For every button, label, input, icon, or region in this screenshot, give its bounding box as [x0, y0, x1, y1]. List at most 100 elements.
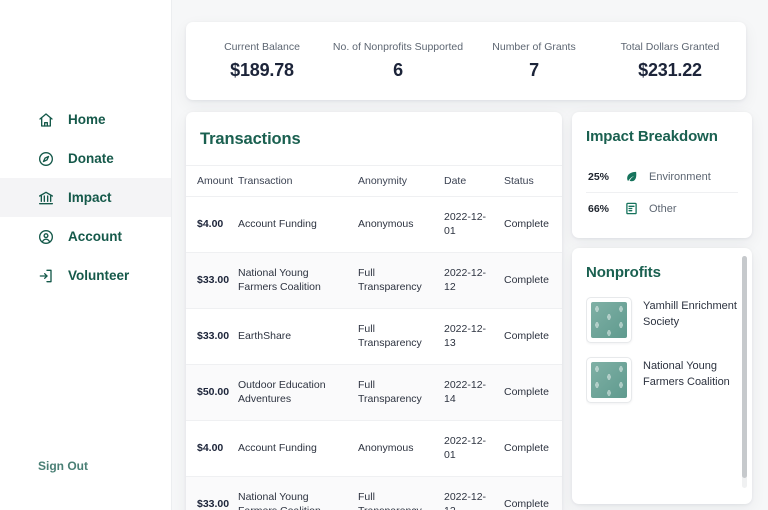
stat-number-of-grants: Number of Grants 7 [466, 41, 602, 81]
sidebar-item-volunteer[interactable]: Volunteer [0, 256, 171, 295]
leaf-pattern-image [591, 362, 627, 398]
transactions-table: Amount Transaction Anonymity Date Status… [186, 165, 562, 510]
sidebar-item-home[interactable]: Home [0, 100, 171, 139]
impact-row-other[interactable]: 66% Other [586, 192, 738, 224]
cell-anonymity: Anonymous [354, 196, 440, 253]
login-arrow-icon [38, 268, 54, 284]
nonprofits-title: Nonprofits [586, 264, 661, 281]
column-header-status[interactable]: Status [500, 165, 562, 197]
cell-date: 2022-12-13 [440, 307, 500, 365]
cell-transaction: National Young Farmers Coalition [234, 475, 354, 510]
nonprofits-scrollbar[interactable] [742, 256, 747, 488]
scrollbar-thumb[interactable] [742, 256, 747, 478]
sidebar-item-donate[interactable]: Donate [0, 139, 171, 178]
cell-date: 2022-12-01 [440, 196, 500, 253]
brand-logo[interactable] [44, 6, 106, 32]
table-row[interactable]: $33.00 EarthShare Full Transparency 2022-12… [186, 307, 562, 365]
sidebar-item-account[interactable]: Account [0, 217, 171, 256]
cell-date: 2022-12-14 [440, 363, 500, 421]
sidebar-item-label: Home [68, 112, 106, 127]
table-row[interactable]: $4.00 Account Funding Anonymous 2022-12-01 C… [186, 419, 562, 477]
nonprofits-list: Yamhill Enrichment Society National Young… [586, 297, 738, 417]
stat-label: No. of Nonprofits Supported [332, 41, 464, 53]
table-row[interactable]: $4.00 Account Funding Anonymous 2022-12-01 C… [186, 196, 562, 253]
column-header-date[interactable]: Date [440, 165, 500, 197]
column-header-transaction[interactable]: Transaction [234, 165, 354, 197]
stat-current-balance: Current Balance $189.78 [194, 41, 330, 81]
left-column: Transactions Amount Transaction Anonymit… [186, 112, 562, 510]
nonprofit-name: National Young Farmers Coalition [643, 360, 730, 388]
cell-status: Complete [500, 251, 562, 309]
leaf-icon [625, 170, 638, 183]
cell-transaction: National Young Farmers Coalition [234, 251, 354, 309]
impact-percent: 25% [588, 170, 610, 183]
impact-row-environment[interactable]: 25% Environment [586, 161, 738, 192]
sidebar-item-label: Donate [68, 151, 114, 166]
cell-amount: $33.00 [186, 307, 234, 365]
compass-icon [38, 151, 54, 167]
cell-anonymity: Full Transparency [354, 251, 440, 309]
nonprofit-name: Yamhill Enrichment Society [643, 300, 737, 328]
sidebar-nav: Home Donate Impact Account Volunteer [0, 100, 171, 295]
table-row[interactable]: $33.00National Young Farmers CoalitionFu… [186, 475, 562, 510]
column-header-amount[interactable]: Amount [186, 165, 234, 197]
cell-anonymity: Anonymous [354, 419, 440, 477]
logo-area [0, 0, 171, 92]
cell-date: 2022-12-01 [440, 419, 500, 477]
cell-anonymity: Full Transparency [354, 363, 440, 421]
cell-status: Complete [500, 419, 562, 477]
cell-transaction: Outdoor Education Adventures [234, 363, 354, 421]
cell-amount: $33.00 [186, 251, 234, 309]
cell-date: 2022-12-12 [440, 475, 500, 510]
stat-value: 6 [393, 60, 403, 80]
cell-transaction: EarthShare [234, 307, 354, 365]
cell-status: Complete [500, 307, 562, 365]
impact-percent: 66% [588, 202, 610, 215]
cell-transaction: Account Funding [234, 196, 354, 253]
column-header-anonymity[interactable]: Anonymity [354, 165, 440, 197]
transactions-table-head: Amount Transaction Anonymity Date Status [186, 165, 562, 197]
cell-amount: $50.00 [186, 363, 234, 421]
table-row[interactable]: $50.00 Outdoor Education Adventures Full T… [186, 363, 562, 421]
stat-value: $189.78 [230, 60, 294, 80]
table-header-row: Amount Transaction Anonymity Date Status [186, 165, 562, 197]
stats-summary-card: Current Balance $189.78 No. of Nonprofit… [186, 22, 746, 100]
cell-amount: $4.00 [186, 419, 234, 477]
cell-anonymity: Full Transparency [354, 307, 440, 365]
impact-category-name: Environment [649, 170, 711, 183]
sidebar: Home Donate Impact Account Volunteer Sig… [0, 0, 172, 510]
sidebar-item-impact[interactable]: Impact [0, 178, 171, 217]
table-row[interactable]: $33.00National Young Farmers CoalitionFu… [186, 251, 562, 309]
list-item[interactable]: Yamhill Enrichment Society [586, 297, 738, 343]
cell-status: Complete [500, 196, 562, 253]
transactions-card: Transactions Amount Transaction Anonymit… [186, 112, 562, 510]
cell-status: Complete [500, 363, 562, 421]
impact-breakdown-card: Impact Breakdown 25% Environment 66% Oth… [572, 112, 752, 238]
document-icon [625, 202, 638, 215]
stat-label: Current Balance [224, 41, 300, 53]
user-circle-icon [38, 229, 54, 245]
leaf-pattern-image [591, 302, 627, 338]
nonprofits-card: Nonprofits Yamhill Enrichment Society Nat… [572, 248, 752, 504]
stat-nonprofits-supported: No. of Nonprofits Supported 6 [330, 41, 466, 81]
sidebar-item-label: Account [68, 229, 122, 244]
transactions-table-body: $4.00 Account Funding Anonymous 2022-12-01 C… [186, 196, 562, 510]
stat-label: Total Dollars Granted [620, 41, 720, 53]
sidebar-item-label: Impact [68, 190, 112, 205]
cell-status: Complete [500, 475, 562, 510]
list-item[interactable]: National Young Farmers Coalition [586, 357, 738, 403]
transactions-title: Transactions [200, 130, 301, 148]
sign-out-button[interactable]: Sign Out [38, 459, 88, 473]
stat-label: Number of Grants [492, 41, 576, 53]
cell-date: 2022-12-12 [440, 251, 500, 309]
home-icon [38, 112, 54, 128]
stat-value: 7 [529, 60, 539, 80]
sidebar-item-label: Volunteer [68, 268, 130, 283]
cell-amount: $4.00 [186, 196, 234, 253]
cell-amount: $33.00 [186, 475, 234, 510]
impact-breakdown-title: Impact Breakdown [586, 128, 718, 145]
nonprofit-thumbnail [586, 357, 632, 403]
right-column: Impact Breakdown 25% Environment 66% Oth… [572, 112, 752, 504]
content-columns: Transactions Amount Transaction Anonymit… [186, 112, 752, 510]
main-content: Current Balance $189.78 No. of Nonprofit… [172, 0, 768, 510]
